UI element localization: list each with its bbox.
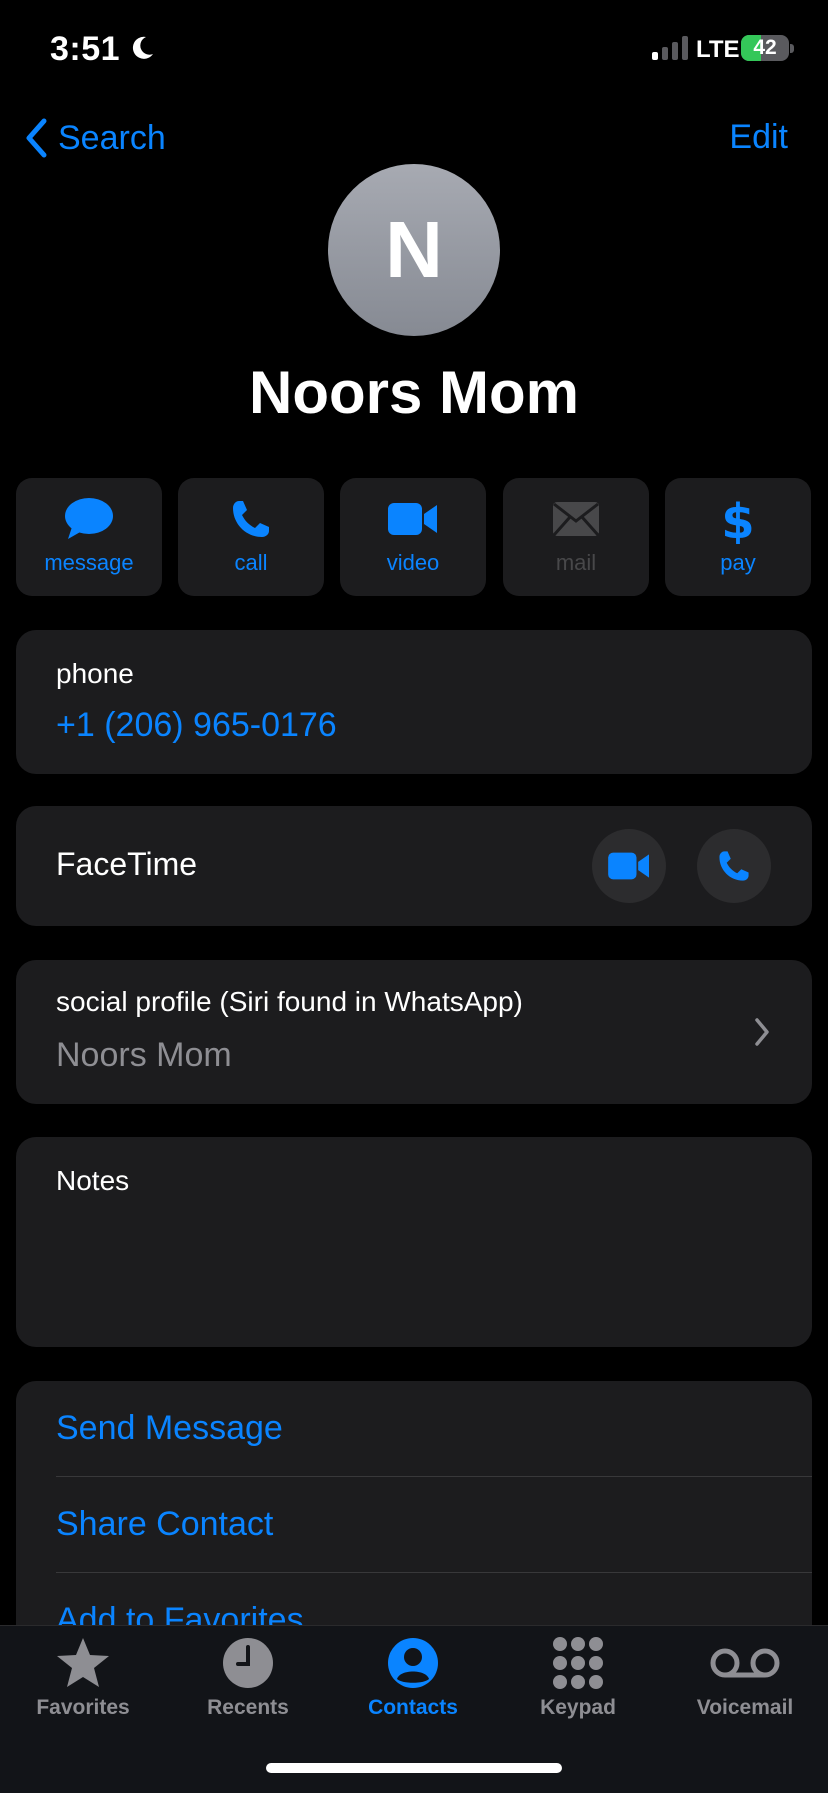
battery-icon: 42 [741,35,789,61]
social-profile-card[interactable]: social profile (Siri found in WhatsApp) … [16,960,812,1104]
tab-favorites[interactable]: Favorites [0,1636,166,1720]
chevron-left-icon [26,118,47,158]
home-indicator[interactable] [266,1763,562,1773]
phone-card[interactable]: phone +1 (206) 965-0176 [16,630,812,774]
battery-level: 42 [753,36,777,59]
video-action-button[interactable]: video [340,478,486,596]
tab-label: Voicemail [696,1696,794,1719]
tab-label: Favorites [36,1696,130,1719]
network-type: LTE [696,36,740,63]
edit-button[interactable]: Edit [729,118,788,157]
facetime-card: FaceTime [16,806,812,926]
voicemail-icon [710,1648,780,1678]
message-action-button[interactable]: message [16,478,162,596]
divider [56,1572,812,1573]
facetime-audio-button[interactable] [697,829,771,903]
share-contact-link[interactable]: Share Contact [56,1505,273,1544]
call-action-button[interactable]: call [178,478,324,596]
contact-name: Noors Mom [249,359,579,426]
envelope-icon [552,502,600,536]
phone-icon [233,501,269,537]
avatar-initial: N [385,205,443,294]
video-camera-icon [608,852,649,880]
back-button[interactable]: Search [24,118,166,158]
action-label: video [386,550,440,575]
dollar-icon: $ [721,494,754,544]
facetime-label: FaceTime [56,846,198,882]
person-circle-icon [388,1638,438,1688]
tab-keypad[interactable]: Keypad [495,1636,661,1720]
tab-label: Keypad [540,1696,616,1719]
clock-icon [223,1638,273,1688]
tab-label: Recents [207,1696,289,1719]
action-label: pay [720,550,756,575]
facetime-video-button[interactable] [592,829,666,903]
battery-nub [790,44,794,53]
chevron-right-icon [755,1018,769,1046]
message-bubble-icon [65,498,113,539]
star-icon [57,1638,109,1687]
divider [56,1476,812,1477]
moon-icon [132,36,153,59]
tab-recents[interactable]: Recents [165,1636,331,1720]
action-label: mail [555,550,597,575]
send-message-link[interactable]: Send Message [56,1409,283,1448]
tab-voicemail[interactable]: Voicemail [662,1636,828,1720]
keypad-icon [553,1637,603,1689]
social-profile-label: social profile (Siri found in WhatsApp) [56,986,523,1017]
back-label: Search [58,118,166,157]
notes-label: Notes [56,1165,130,1196]
svg-text:$: $ [721,494,754,544]
phone-label: phone [56,658,134,689]
notes-card[interactable]: Notes [16,1137,812,1347]
signal-icon [652,36,688,60]
action-label: call [234,550,268,575]
phone-icon [719,851,749,881]
video-camera-icon [388,503,437,535]
avatar: N [328,164,500,336]
status-time: 3:51 [50,30,121,68]
tab-label: Contacts [368,1696,458,1719]
phone-number[interactable]: +1 (206) 965-0176 [56,706,337,745]
pay-action-button[interactable]: $ pay [665,478,811,596]
action-label: message [44,550,134,575]
social-profile-value: Noors Mom [56,1036,232,1074]
tab-contacts[interactable]: Contacts [330,1636,496,1720]
mail-action-button[interactable]: mail [503,478,649,596]
